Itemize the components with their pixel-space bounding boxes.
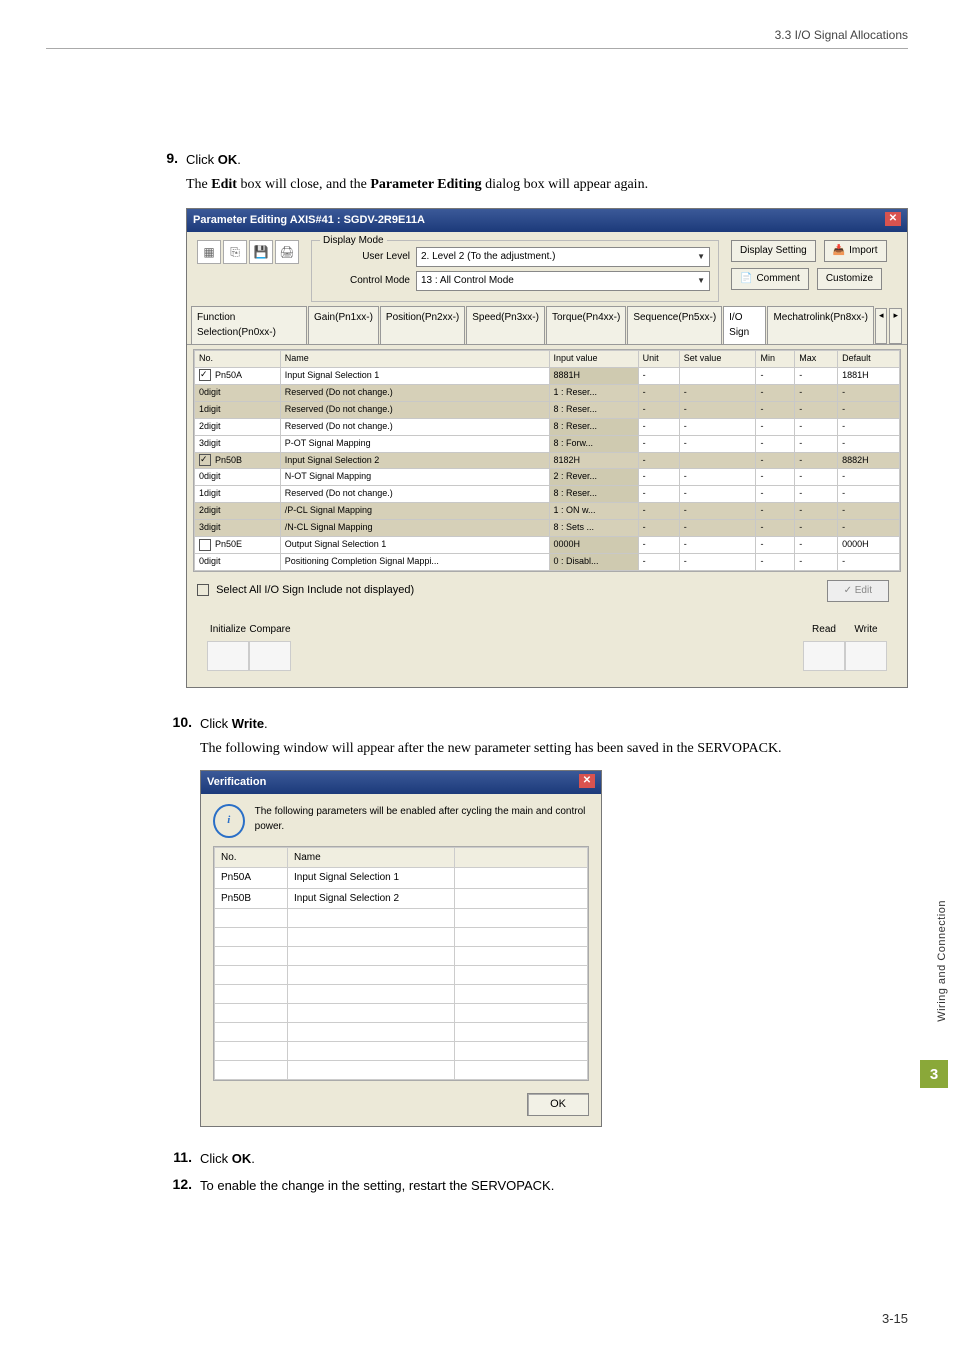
toolbar-icon-print[interactable]: 🖨	[275, 240, 299, 264]
verification-info-text: The following parameters will be enabled…	[255, 804, 589, 835]
col-input: Input value	[549, 350, 638, 367]
col-max: Max	[795, 350, 838, 367]
parameter-editing-dialog: Parameter Editing AXIS#41 : SGDV-2R9E11A…	[186, 208, 908, 688]
step-9-body-a: The	[186, 177, 211, 192]
tab-gain[interactable]: Gain(Pn1xx-)	[308, 306, 379, 344]
user-level-label: User Level	[320, 249, 410, 265]
tab-io-sign[interactable]: I/O Sign	[723, 306, 766, 344]
verif-col-no: No.	[215, 847, 288, 868]
control-mode-label: Control Mode	[320, 273, 410, 289]
table-row[interactable]: 2digitReserved (Do not change.)8 : Reser…	[195, 418, 900, 435]
step-9-number: 9.	[166, 150, 178, 688]
step-12-body: To enable the change in the setting, res…	[200, 1176, 908, 1196]
step-9-text-a: Click	[186, 152, 218, 167]
toolbar-icon-1[interactable]: ▦	[197, 240, 221, 264]
step-9-body-d: Parameter Editing	[370, 177, 481, 192]
step-11-ok: OK	[232, 1151, 252, 1166]
table-row[interactable]: 1digitReserved (Do not change.)8 : Reser…	[195, 401, 900, 418]
page-number: 3-15	[882, 1311, 908, 1326]
step-9-text-b: .	[237, 152, 241, 167]
table-row[interactable]: Pn50BInput Signal Selection 28182H---888…	[195, 452, 900, 469]
side-tab-label: Wiring and Connection	[936, 900, 948, 1022]
write-action[interactable]: Write	[845, 622, 887, 672]
step-10-body: The following window will appear after t…	[200, 738, 908, 760]
section-header: 3.3 I/O Signal Allocations	[775, 28, 908, 42]
step-11-text-b: .	[251, 1151, 255, 1166]
tab-right-icon[interactable]: ▸	[889, 308, 902, 344]
verification-dialog: Verification ✕ i The following parameter…	[200, 770, 602, 1128]
step-11-number: 11.	[166, 1149, 192, 1169]
control-mode-combo[interactable]: 13 : All Control Mode	[416, 271, 710, 291]
select-all-checkbox[interactable]	[197, 584, 209, 596]
col-no: No.	[195, 350, 281, 367]
section-rule	[46, 48, 908, 49]
step-9-body-c: box will close, and the	[237, 177, 370, 192]
compare-action[interactable]: Compare	[249, 622, 291, 672]
tab-mechatrolink[interactable]: Mechatrolink(Pn8xx-)	[767, 306, 873, 344]
import-button[interactable]: 📥Import	[824, 240, 887, 262]
select-all-label: Select All I/O Sign Include not displaye…	[216, 584, 414, 596]
parameter-grid: No. Name Input value Unit Set value Min …	[194, 350, 900, 571]
table-row[interactable]: Pn50EOutput Signal Selection 10000H----0…	[195, 537, 900, 554]
toolbar-icon-save[interactable]: 💾	[249, 240, 273, 264]
table-row[interactable]: 1digitReserved (Do not change.)8 : Reser…	[195, 486, 900, 503]
info-icon: i	[213, 804, 245, 838]
tab-left-icon[interactable]: ◂	[875, 308, 888, 344]
table-row[interactable]: 2digit/P-CL Signal Mapping1 : ON w...---…	[195, 503, 900, 520]
dialog2-title: Verification	[207, 774, 266, 791]
step-12-number: 12.	[166, 1176, 192, 1196]
tab-sequence[interactable]: Sequence(Pn5xx-)	[627, 306, 722, 344]
step-10-write: Write	[232, 716, 264, 731]
tab-speed[interactable]: Speed(Pn3xx-)	[466, 306, 545, 344]
verif-row: Pn50BInput Signal Selection 2	[215, 888, 588, 909]
edit-button[interactable]: ✓ Edit	[827, 580, 889, 602]
user-level-combo[interactable]: 2. Level 2 (To the adjustment.)	[416, 247, 710, 267]
row-checkbox[interactable]	[199, 369, 211, 381]
tab-torque[interactable]: Torque(Pn4xx-)	[546, 306, 626, 344]
step-9-body-e: dialog box will appear again.	[482, 177, 648, 192]
table-row[interactable]: 3digit/N-CL Signal Mapping8 : Sets ...--…	[195, 520, 900, 537]
step-10-text-b: .	[264, 716, 268, 731]
verif-row: Pn50AInput Signal Selection 1	[215, 868, 588, 889]
dialog1-title: Parameter Editing AXIS#41 : SGDV-2R9E11A	[193, 212, 425, 229]
chapter-number-badge: 3	[920, 1060, 948, 1088]
customize-button[interactable]: Customize	[817, 268, 882, 290]
col-default: Default	[838, 350, 900, 367]
table-row[interactable]: Pn50AInput Signal Selection 18881H---188…	[195, 367, 900, 384]
tabs-row: Function Selection(Pn0xx-) Gain(Pn1xx-) …	[187, 306, 907, 345]
ok-button[interactable]: OK	[527, 1093, 589, 1116]
table-row[interactable]: 0digitPositioning Completion Signal Mapp…	[195, 554, 900, 571]
table-row[interactable]: 3digitP-OT Signal Mapping8 : Forw...----…	[195, 435, 900, 452]
comment-button[interactable]: 📄Comment	[731, 268, 809, 290]
verification-table: No. Name Pn50AInput Signal Selection 1 P…	[214, 847, 588, 1081]
step-9-body-b: Edit	[211, 177, 237, 192]
table-row[interactable]: 0digitReserved (Do not change.)1 : Reser…	[195, 384, 900, 401]
row-checkbox[interactable]	[199, 454, 211, 466]
read-action[interactable]: Read	[803, 622, 845, 672]
toolbar-icon-2[interactable]: ⎘	[223, 240, 247, 264]
display-setting-button[interactable]: Display Setting	[731, 240, 816, 262]
close-icon[interactable]: ✕	[885, 212, 901, 226]
display-mode-legend: Display Mode	[320, 233, 387, 249]
initialize-action[interactable]: Initialize	[207, 622, 249, 672]
row-checkbox[interactable]	[199, 539, 211, 551]
col-name: Name	[280, 350, 549, 367]
verif-col-name: Name	[288, 847, 455, 868]
col-min: Min	[756, 350, 795, 367]
tab-fn-select[interactable]: Function Selection(Pn0xx-)	[191, 306, 307, 344]
col-set: Set value	[679, 350, 756, 367]
table-row[interactable]: 0digitN-OT Signal Mapping2 : Rever...---…	[195, 469, 900, 486]
col-unit: Unit	[638, 350, 679, 367]
step-9-ok: OK	[218, 152, 238, 167]
step-11-text-a: Click	[200, 1151, 232, 1166]
step-10-text-a: Click	[200, 716, 232, 731]
step-10-number: 10.	[166, 714, 192, 1127]
close-icon[interactable]: ✕	[579, 774, 595, 788]
tab-position[interactable]: Position(Pn2xx-)	[380, 306, 465, 344]
